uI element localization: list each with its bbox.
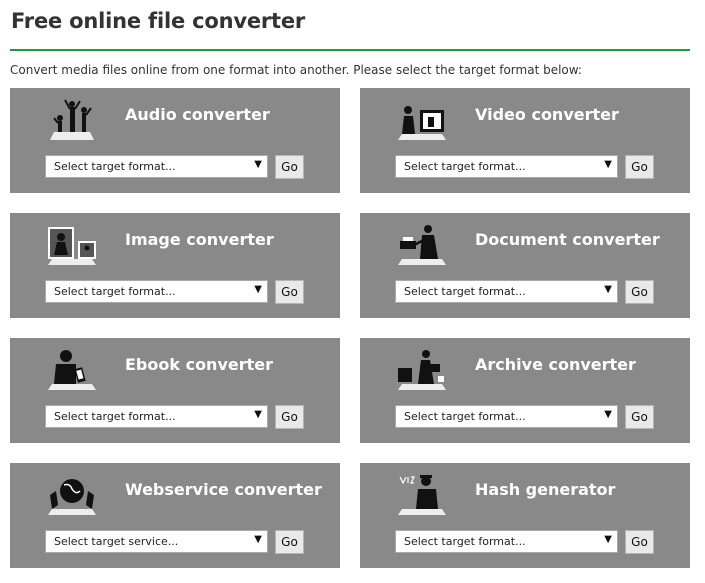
audio-dancers-icon bbox=[50, 99, 94, 140]
select-value: Select target format... bbox=[404, 535, 526, 548]
document-printer-icon bbox=[398, 225, 446, 265]
go-button[interactable]: Go bbox=[275, 280, 304, 304]
image-photos-icon bbox=[48, 227, 96, 265]
chevron-down-icon: ▼ bbox=[604, 159, 612, 170]
select-value: Select target format... bbox=[54, 285, 176, 298]
video-screen-icon bbox=[398, 106, 446, 140]
archive-converter-card: Archive converter Select target format..… bbox=[360, 338, 690, 443]
card-title: Document converter bbox=[475, 230, 660, 249]
target-format-select[interactable]: Select target format... ▼ bbox=[395, 280, 618, 303]
select-value: Select target format... bbox=[54, 410, 176, 423]
ebook-reader-icon bbox=[48, 350, 96, 390]
chevron-down-icon: ▼ bbox=[254, 159, 262, 170]
go-button[interactable]: Go bbox=[625, 155, 654, 179]
card-title: Image converter bbox=[125, 230, 274, 249]
card-title: Hash generator bbox=[475, 480, 616, 499]
target-format-select[interactable]: Select target format... ▼ bbox=[45, 405, 268, 428]
target-service-select[interactable]: Select target service... ▼ bbox=[45, 530, 268, 553]
card-title: Archive converter bbox=[475, 355, 636, 374]
page-title: Free online file converter bbox=[11, 9, 306, 33]
webservice-globe-icon bbox=[48, 479, 96, 515]
go-button[interactable]: Go bbox=[625, 530, 654, 554]
go-button[interactable]: Go bbox=[625, 405, 654, 429]
title-underline bbox=[10, 49, 690, 51]
card-title: Ebook converter bbox=[125, 355, 274, 374]
select-value: Select target format... bbox=[404, 160, 526, 173]
card-title: Webservice converter bbox=[125, 480, 322, 499]
ebook-converter-card: Ebook converter Select target format... … bbox=[10, 338, 340, 443]
target-format-select[interactable]: Select target format... ▼ bbox=[395, 405, 618, 428]
go-button[interactable]: Go bbox=[275, 405, 304, 429]
target-format-select[interactable]: Select target format... ▼ bbox=[395, 530, 618, 553]
card-title: Video converter bbox=[475, 105, 619, 124]
card-title: Audio converter bbox=[125, 105, 270, 124]
document-converter-card: Document converter Select target format.… bbox=[360, 213, 690, 318]
hash-generator-icon bbox=[398, 475, 446, 515]
select-value: Select target format... bbox=[54, 160, 176, 173]
image-converter-card: Image converter Select target format... … bbox=[10, 213, 340, 318]
select-value: Select target format... bbox=[404, 285, 526, 298]
intro-text: Convert media files online from one form… bbox=[10, 63, 582, 77]
chevron-down-icon: ▼ bbox=[604, 534, 612, 545]
chevron-down-icon: ▼ bbox=[604, 284, 612, 295]
go-button[interactable]: Go bbox=[275, 155, 304, 179]
select-value: Select target format... bbox=[404, 410, 526, 423]
chevron-down-icon: ▼ bbox=[254, 534, 262, 545]
go-button[interactable]: Go bbox=[625, 280, 654, 304]
webservice-converter-card: Webservice converter Select target servi… bbox=[10, 463, 340, 568]
chevron-down-icon: ▼ bbox=[604, 409, 612, 420]
chevron-down-icon: ▼ bbox=[254, 284, 262, 295]
hash-generator-card: Hash generator Select target format... ▼… bbox=[360, 463, 690, 568]
chevron-down-icon: ▼ bbox=[254, 409, 262, 420]
go-button[interactable]: Go bbox=[275, 530, 304, 554]
target-format-select[interactable]: Select target format... ▼ bbox=[45, 155, 268, 178]
video-converter-card: Video converter Select target format... … bbox=[360, 88, 690, 193]
select-value: Select target service... bbox=[54, 535, 179, 548]
archive-box-icon bbox=[398, 350, 446, 390]
target-format-select[interactable]: Select target format... ▼ bbox=[45, 280, 268, 303]
audio-converter-card: Audio converter Select target format... … bbox=[10, 88, 340, 193]
target-format-select[interactable]: Select target format... ▼ bbox=[395, 155, 618, 178]
